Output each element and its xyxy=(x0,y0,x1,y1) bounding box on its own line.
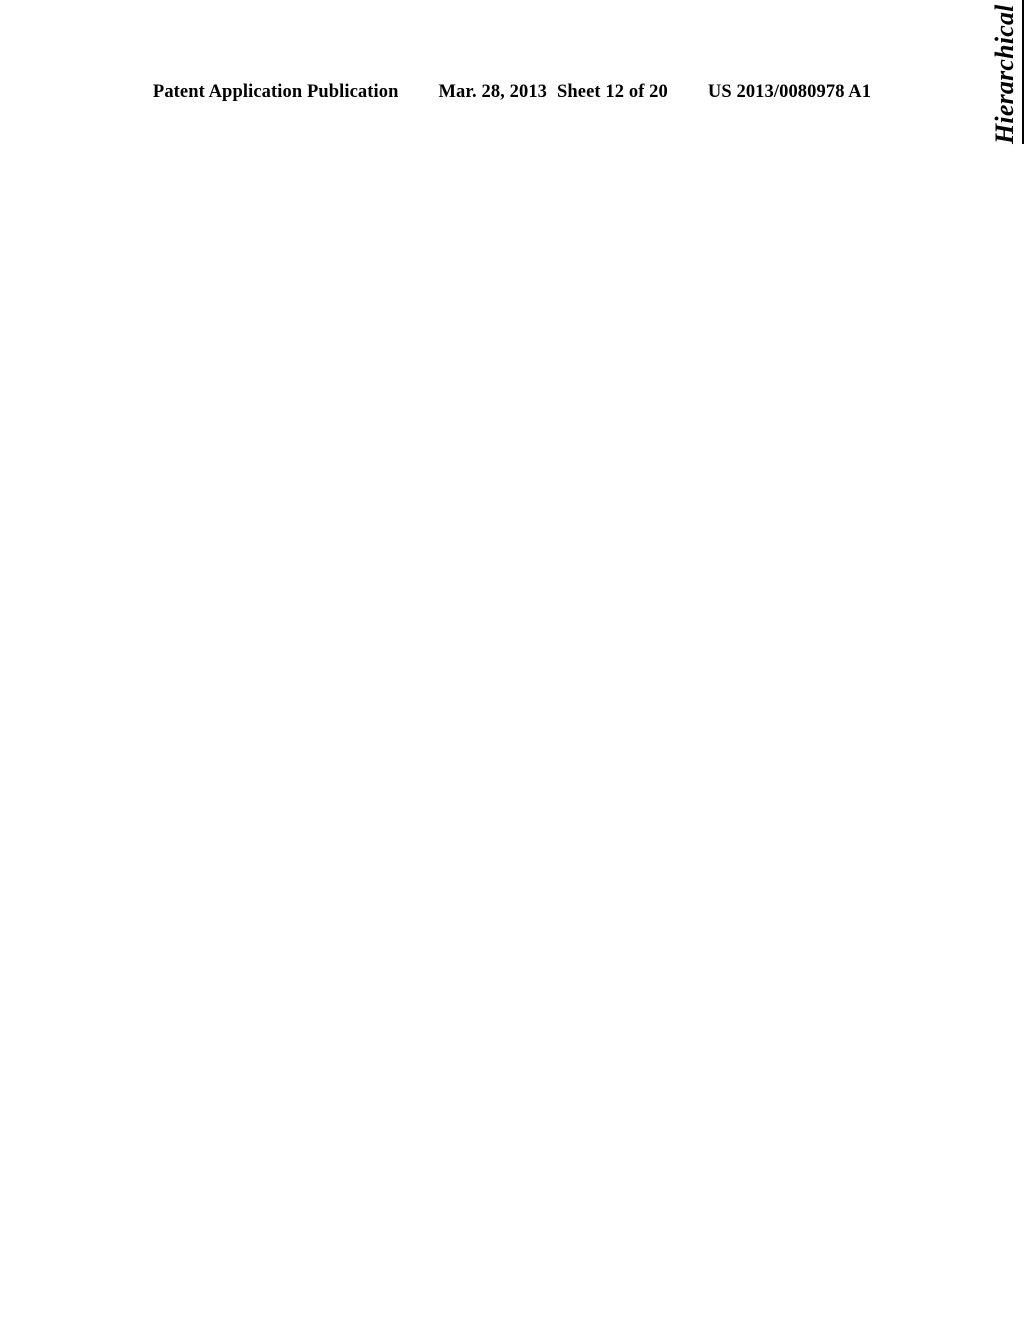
figure-canvas: Hierarchical Decomposition Visualization… xyxy=(980,0,1024,150)
reporting-variable-header-1: Reporting Variable 204-1 xyxy=(1021,2,1024,57)
figure-canvas-rotated: Hierarchical Decomposition Visualization… xyxy=(980,0,1024,150)
publication-number: US 2013/0080978 A1 xyxy=(707,82,872,102)
publication-date: Mar. 28, 2013 xyxy=(438,82,548,102)
publication-label: Patent Application Publication xyxy=(152,82,399,102)
page-header: Patent Application Publication Mar. 28, … xyxy=(0,82,1024,103)
sheet-number: Sheet 12 of 20 xyxy=(557,82,668,102)
